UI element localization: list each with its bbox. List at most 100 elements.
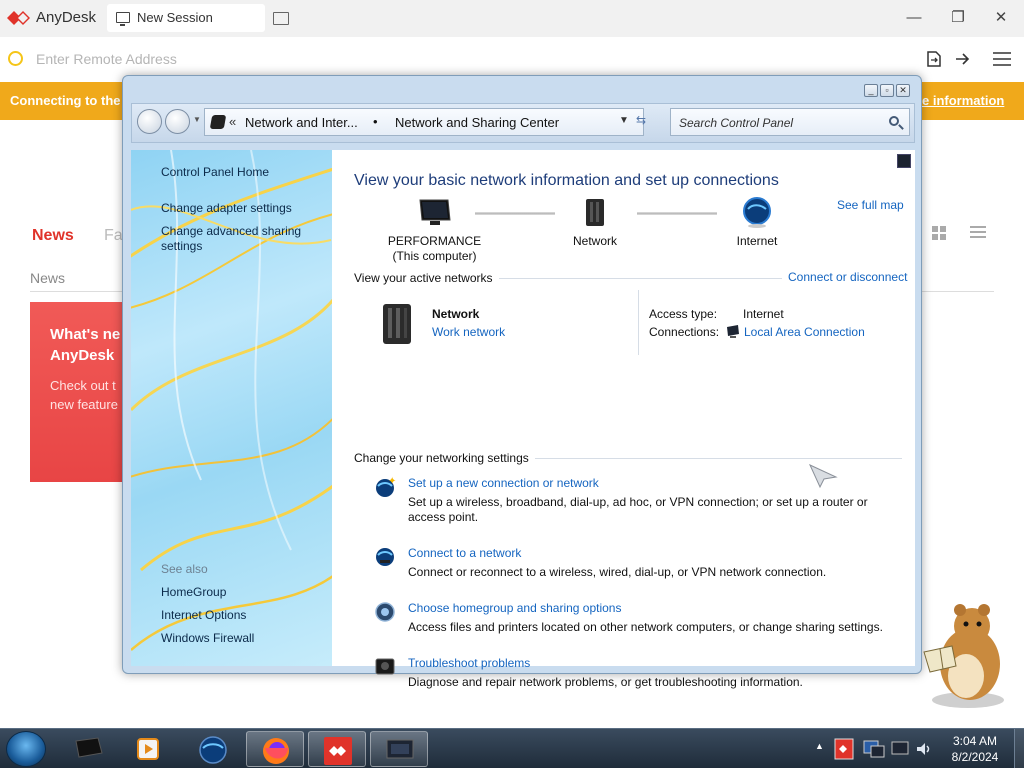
internet-globe-icon[interactable] <box>742 196 772 228</box>
grid-view-icon[interactable] <box>932 226 946 240</box>
help-icon[interactable] <box>897 154 911 168</box>
sidebar-item-control-panel-home[interactable]: Control Panel Home <box>161 165 269 180</box>
network-sharing-center-window: _ ▫ ✕ ▼ « Network and Inter... • Network… <box>122 75 922 689</box>
maximize-button[interactable]: ❐ <box>947 8 969 28</box>
cp-maximize-button[interactable]: ▫ <box>880 84 894 97</box>
taskbar-computer-button[interactable] <box>60 731 118 767</box>
search-icon[interactable] <box>889 116 899 126</box>
anydesk-titlebar: AnyDesk New Session — ❐ ✕ <box>0 0 1024 37</box>
cp-minimize-button[interactable]: _ <box>864 84 878 97</box>
hamster-mascot-image <box>923 604 1004 708</box>
task-connect-network-desc: Connect or reconnect to a wireless, wire… <box>408 565 827 579</box>
task-setup-connection-link[interactable]: Set up a new connection or network <box>408 476 599 490</box>
refresh-icon[interactable]: ⇆ <box>636 113 646 127</box>
task-homegroup-desc: Access files and printers located on oth… <box>408 620 883 634</box>
taskbar-anydesk-button[interactable] <box>308 731 366 767</box>
map-node-computer: PERFORMANCE (This computer) <box>387 234 482 263</box>
hamburger-menu-icon[interactable] <box>993 52 1011 66</box>
chevron-left-icon[interactable]: « <box>229 114 236 129</box>
address-bar <box>0 40 1024 78</box>
troubleshoot-icon[interactable] <box>374 656 396 678</box>
connect-arrow-icon[interactable] <box>955 52 970 66</box>
taskbar: ▲ 3:04 AM 8/2/2024 <box>0 728 1024 768</box>
clock-time[interactable]: 3:04 AM <box>948 734 1002 748</box>
sidebar-item-internet-options[interactable]: Internet Options <box>161 608 246 623</box>
tray-network-icon[interactable] <box>862 738 886 760</box>
network-location-link[interactable]: Work network <box>432 325 505 339</box>
banner-text: Connecting to the <box>10 93 121 108</box>
news-card[interactable]: What's ne AnyDesk Check out t new featur… <box>30 302 130 482</box>
remote-address-input[interactable] <box>36 47 896 71</box>
network-icon[interactable] <box>583 198 607 228</box>
main-content: View your basic network information and … <box>332 150 915 689</box>
explorer-toolbar: ▼ « Network and Inter... • Network and S… <box>131 103 915 143</box>
back-button[interactable] <box>137 109 162 134</box>
cp-close-button[interactable]: ✕ <box>896 84 910 97</box>
breadcrumb-sharing-center[interactable]: Network and Sharing Center <box>395 115 559 130</box>
app-title: AnyDesk <box>36 9 97 26</box>
task-connect-network-link[interactable]: Connect to a network <box>408 546 521 560</box>
tray-anydesk-icon[interactable] <box>834 738 854 760</box>
tray-volume-icon[interactable] <box>914 739 934 759</box>
forward-button[interactable] <box>165 109 190 134</box>
taskbar-firefox-button[interactable] <box>246 731 304 767</box>
status-indicator-icon <box>8 51 23 66</box>
search-input[interactable] <box>679 114 879 131</box>
sidebar-item-windows-firewall[interactable]: Windows Firewall <box>161 631 254 646</box>
task-troubleshoot-link[interactable]: Troubleshoot problems <box>408 656 530 670</box>
task-homegroup-link[interactable]: Choose homegroup and sharing options <box>408 601 621 615</box>
chevron-down-icon[interactable]: ▼ <box>619 115 629 126</box>
banner-info-link[interactable]: e information <box>922 93 1004 108</box>
taskbar-media-player-button[interactable] <box>120 731 178 767</box>
taskbar-network-button[interactable] <box>184 731 242 767</box>
sidebar-item-adapter-settings[interactable]: Change adapter settings <box>161 201 292 216</box>
svg-text:✦: ✦ <box>388 476 396 487</box>
computer-icon <box>75 737 103 758</box>
connect-network-icon[interactable] <box>374 546 396 568</box>
file-transfer-icon[interactable] <box>927 51 941 67</box>
map-node-network: Network <box>572 234 617 248</box>
new-connection-icon[interactable]: ✦ <box>374 476 396 498</box>
breadcrumb[interactable]: « Network and Inter... • Network and Sha… <box>204 108 644 136</box>
news-card-title: What's ne AnyDesk <box>50 326 121 364</box>
connect-or-disconnect-link[interactable]: Connect or disconnect <box>782 270 908 284</box>
control-panel-icon <box>209 115 227 129</box>
see-full-map-link[interactable]: See full map <box>837 198 904 212</box>
tab-label: New Session <box>137 10 213 25</box>
show-desktop-button[interactable] <box>1014 729 1024 768</box>
network-center-icon <box>386 739 414 759</box>
breadcrumb-network-internet[interactable]: Network and Inter... <box>245 115 358 130</box>
firefox-icon <box>263 738 289 764</box>
active-networks-title: View your active networks <box>354 271 499 285</box>
local-area-connection-link[interactable]: Local Area Connection <box>744 325 865 339</box>
clock-date[interactable]: 8/2/2024 <box>948 750 1002 764</box>
new-tab-button[interactable] <box>273 12 289 25</box>
page-title: View your basic network information and … <box>354 172 779 189</box>
mouse-pointer-icon <box>808 463 838 489</box>
task-pane: Control Panel Home Change adapter settin… <box>131 150 332 666</box>
map-link-line <box>637 212 717 215</box>
sidebar-item-homegroup[interactable]: HomeGroup <box>161 585 226 600</box>
history-dropdown-icon[interactable]: ▼ <box>193 115 201 124</box>
globe-icon <box>199 736 227 764</box>
start-button[interactable] <box>6 731 46 767</box>
network-server-icon[interactable] <box>379 302 415 346</box>
search-box[interactable] <box>670 108 910 136</box>
tab-news[interactable]: News <box>32 227 74 245</box>
task-troubleshoot-desc: Diagnose and repair network problems, or… <box>408 675 803 689</box>
taskbar-network-center-button[interactable] <box>370 731 428 767</box>
computer-icon[interactable] <box>418 198 452 228</box>
access-type-label: Access type: <box>649 307 718 321</box>
list-view-icon[interactable] <box>970 226 986 240</box>
see-also-label: See also <box>161 562 208 576</box>
anydesk-icon <box>324 737 352 765</box>
close-button[interactable]: ✕ <box>990 8 1012 28</box>
sidebar-item-advanced-sharing[interactable]: Change advanced sharing settings <box>161 224 301 254</box>
homegroup-icon[interactable] <box>374 601 396 623</box>
tab-new-session[interactable]: New Session <box>107 4 265 32</box>
tray-expand-icon[interactable]: ▲ <box>815 741 824 751</box>
tray-display-icon[interactable] <box>890 739 910 759</box>
media-player-icon <box>137 738 159 760</box>
minimize-button[interactable]: — <box>903 8 925 28</box>
tab-favorites[interactable]: Fa <box>104 227 123 245</box>
